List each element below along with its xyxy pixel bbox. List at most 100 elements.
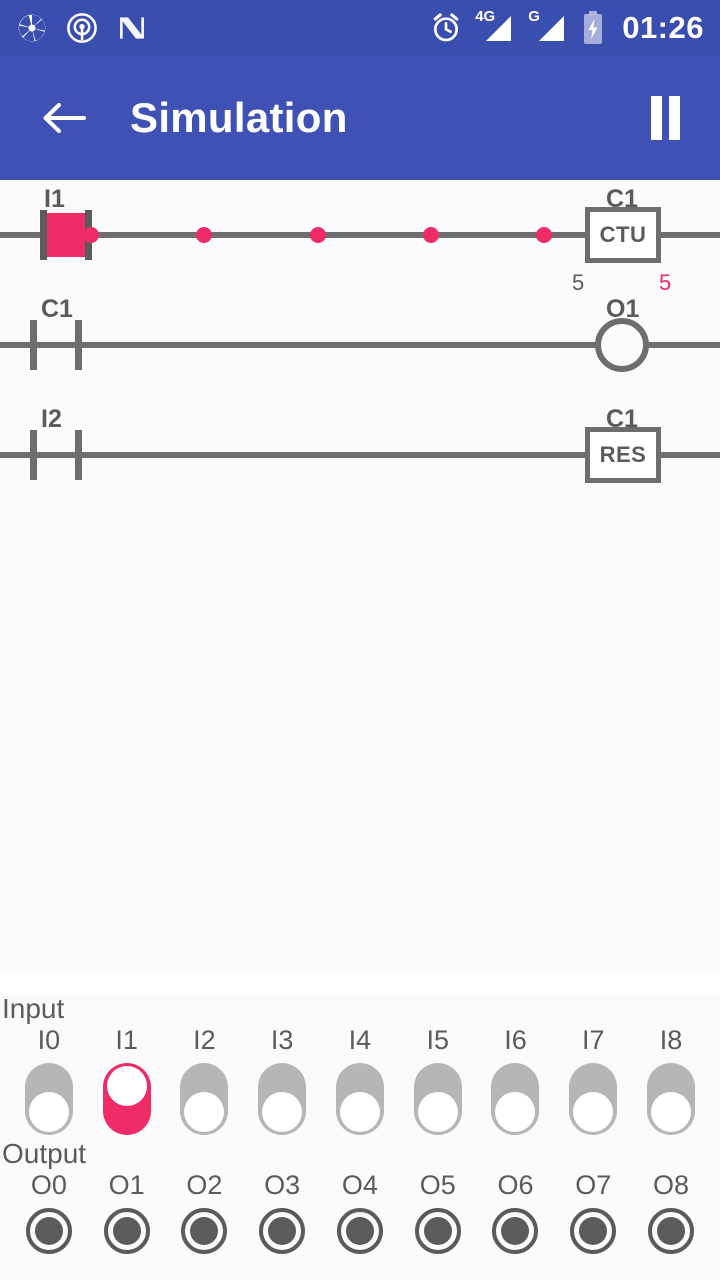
signal-g-icon: G bbox=[528, 9, 568, 45]
io-cell: I2 bbox=[169, 1025, 239, 1136]
toggle-knob bbox=[495, 1092, 536, 1133]
output-lamp-o2[interactable] bbox=[181, 1208, 228, 1254]
lamp-core bbox=[579, 1217, 608, 1245]
io-cell: I5 bbox=[403, 1025, 473, 1136]
app-bar: Simulation bbox=[0, 55, 720, 180]
output-group: Output O0 O1 O2 O3 O4 O5 O6 O7 O8 bbox=[0, 1138, 720, 1254]
io-cell: I3 bbox=[247, 1025, 317, 1136]
lamp-core bbox=[345, 1217, 374, 1245]
input-toggle-i4[interactable] bbox=[335, 1063, 384, 1136]
input-label: I7 bbox=[581, 1025, 605, 1056]
lamp-core bbox=[423, 1217, 452, 1245]
page-title: Simulation bbox=[130, 93, 348, 141]
input-toggle-i0[interactable] bbox=[24, 1063, 73, 1136]
io-cell: O2 bbox=[169, 1172, 239, 1254]
input-label: I2 bbox=[193, 1025, 216, 1056]
input-label: I3 bbox=[270, 1025, 294, 1056]
lamp-core bbox=[268, 1217, 297, 1245]
output-label: O7 bbox=[575, 1170, 612, 1200]
status-bar-right-icons: 4G G 01:26 bbox=[430, 9, 704, 46]
nova-launcher-icon bbox=[116, 12, 148, 44]
input-label: I0 bbox=[37, 1025, 61, 1056]
output-label: O4 bbox=[341, 1170, 378, 1200]
pause-icon-bar-right bbox=[668, 95, 680, 140]
contact-i2[interactable] bbox=[30, 430, 82, 480]
output-lamp-row: O0 O1 O2 O3 O4 O5 O6 O7 O8 bbox=[0, 1172, 720, 1254]
output-label: O6 bbox=[497, 1170, 534, 1200]
contact-c1[interactable] bbox=[30, 320, 82, 370]
input-toggle-i1[interactable] bbox=[102, 1063, 151, 1136]
input-toggle-row: I0 I1 I2 I3 I4 I5 I6 I7 I8 bbox=[0, 1025, 720, 1136]
io-cell: I7 bbox=[558, 1025, 628, 1136]
hotspot-icon bbox=[66, 12, 98, 44]
output-lamp-o5[interactable] bbox=[414, 1208, 461, 1254]
lamp-core bbox=[34, 1217, 63, 1245]
back-arrow-icon bbox=[43, 102, 86, 133]
io-cell: O3 bbox=[247, 1172, 317, 1254]
input-label: I6 bbox=[504, 1025, 527, 1056]
lamp-core bbox=[112, 1217, 141, 1245]
input-toggle-i2[interactable] bbox=[180, 1063, 229, 1136]
power-flow-dot bbox=[83, 227, 99, 243]
output-label: O5 bbox=[419, 1170, 456, 1200]
io-cell: O5 bbox=[403, 1172, 473, 1254]
io-cell: I8 bbox=[636, 1025, 706, 1136]
io-cell: I0 bbox=[14, 1025, 84, 1136]
toggle-knob bbox=[106, 1066, 147, 1107]
toggle-knob bbox=[184, 1092, 225, 1133]
back-button[interactable] bbox=[36, 90, 92, 146]
toggle-knob bbox=[262, 1092, 303, 1133]
output-lamp-o1[interactable] bbox=[103, 1208, 150, 1254]
alarm-icon bbox=[430, 12, 462, 44]
lamp-core bbox=[190, 1217, 219, 1245]
output-label: O2 bbox=[186, 1170, 223, 1200]
output-lamp-o0[interactable] bbox=[25, 1208, 72, 1254]
io-cell: I1 bbox=[92, 1025, 162, 1136]
output-label: O0 bbox=[30, 1170, 67, 1200]
contact-bar-left bbox=[30, 430, 37, 480]
ladder-diagram-canvas[interactable]: I1 C1 CTU 5 5 C1 O1 I2 C1 RES bbox=[0, 180, 720, 970]
lamp-core bbox=[501, 1217, 530, 1245]
io-cell: O0 bbox=[14, 1172, 84, 1254]
status-clock: 01:26 bbox=[622, 10, 704, 45]
output-lamp-o7[interactable] bbox=[570, 1208, 617, 1254]
input-label: I8 bbox=[659, 1025, 683, 1056]
ladder-rung[interactable]: I1 C1 CTU 5 5 bbox=[0, 180, 720, 295]
power-flow-dot bbox=[423, 227, 439, 243]
contact-bar-right bbox=[75, 320, 82, 370]
io-cell: O8 bbox=[636, 1172, 706, 1254]
io-panel: Input I0 I1 I2 I3 I4 I5 I6 I7 I8 Output … bbox=[0, 994, 720, 1280]
output-label: O1 bbox=[108, 1170, 145, 1200]
reset-block-res[interactable]: RES bbox=[585, 427, 661, 483]
toggle-knob bbox=[339, 1092, 380, 1133]
signal-4g-icon: 4G bbox=[475, 9, 515, 45]
input-label: I5 bbox=[426, 1025, 449, 1056]
input-toggle-i6[interactable] bbox=[491, 1063, 540, 1136]
status-bar: 4G G 01:26 bbox=[0, 0, 720, 55]
input-toggle-i7[interactable] bbox=[569, 1063, 618, 1136]
camera-shutter-icon bbox=[16, 12, 48, 44]
io-cell: I6 bbox=[480, 1025, 550, 1136]
input-section-label: Input bbox=[2, 993, 65, 1025]
pause-button[interactable] bbox=[642, 95, 688, 141]
output-lamp-o4[interactable] bbox=[336, 1208, 383, 1254]
io-cell: O6 bbox=[480, 1172, 550, 1254]
contact-energized-fill bbox=[47, 213, 85, 257]
output-lamp-o3[interactable] bbox=[259, 1208, 306, 1254]
output-lamp-o8[interactable] bbox=[648, 1208, 694, 1254]
counter-block-ctu[interactable]: CTU bbox=[585, 207, 661, 263]
input-label: I1 bbox=[115, 1025, 138, 1056]
input-toggle-i8[interactable] bbox=[647, 1063, 695, 1136]
contact-bar-right bbox=[75, 430, 82, 480]
output-lamp-o6[interactable] bbox=[492, 1208, 539, 1254]
output-coil-o1[interactable] bbox=[595, 318, 649, 372]
power-flow-dot bbox=[310, 227, 326, 243]
toggle-knob bbox=[573, 1092, 614, 1133]
input-toggle-i5[interactable] bbox=[413, 1063, 462, 1136]
input-toggle-i3[interactable] bbox=[258, 1063, 307, 1136]
toggle-knob bbox=[417, 1092, 458, 1133]
ladder-rung[interactable]: C1 O1 bbox=[0, 290, 720, 400]
ladder-rung[interactable]: I2 C1 RES bbox=[0, 400, 720, 510]
power-flow-dot bbox=[536, 227, 552, 243]
toggle-knob bbox=[651, 1092, 691, 1133]
